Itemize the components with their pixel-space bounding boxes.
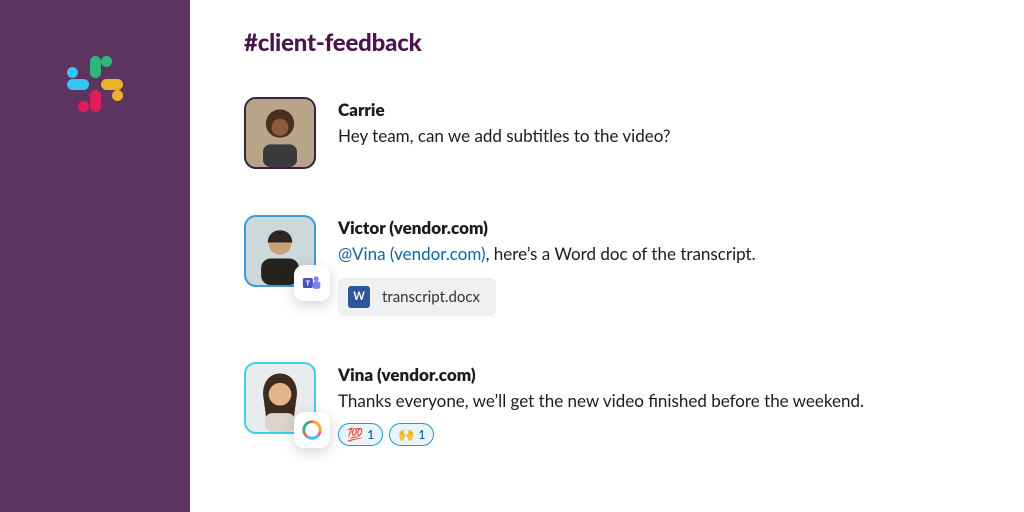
message: Vina (vendor.com) Thanks everyone, we’ll… <box>244 362 984 446</box>
sidebar <box>0 0 190 512</box>
reaction-emoji: 🙌 <box>398 426 414 443</box>
file-attachment[interactable]: W transcript.docx <box>338 278 496 316</box>
message-text-fragment: , here’s a Word doc of the transcript. <box>486 243 756 264</box>
sender-name[interactable]: Victor (vendor.com) <box>338 217 756 238</box>
avatar[interactable] <box>244 97 316 169</box>
message: Carrie Hey team, can we add subtitles to… <box>244 97 984 169</box>
avatar-image <box>244 97 316 169</box>
mention[interactable]: @Vina (vendor.com) <box>338 243 486 264</box>
reaction-count: 1 <box>367 427 374 442</box>
attachment-filename: transcript.docx <box>382 288 480 306</box>
reactions: 💯 1 🙌 1 <box>338 423 864 446</box>
message-text: Thanks everyone, we’ll get the new video… <box>338 389 864 413</box>
message-body: Vina (vendor.com) Thanks everyone, we’ll… <box>338 362 864 446</box>
word-doc-icon: W <box>348 286 370 308</box>
presence-badge: T <box>294 265 330 301</box>
app-ring-icon <box>301 419 323 441</box>
reaction-emoji: 💯 <box>347 426 363 443</box>
presence-badge <box>294 412 330 448</box>
reaction[interactable]: 💯 1 <box>338 423 383 446</box>
message-text: @Vina (vendor.com), here’s a Word doc of… <box>338 242 756 266</box>
app-root: #client-feedback Carrie Hey team, can we… <box>0 0 1024 512</box>
svg-text:T: T <box>306 279 311 288</box>
avatar[interactable] <box>244 362 316 434</box>
message-body: Carrie Hey team, can we add subtitles to… <box>338 97 670 169</box>
slack-logo-icon <box>65 54 125 114</box>
message: T Victor (vendor.com) @Vina (vendor.com)… <box>244 215 984 316</box>
avatar[interactable]: T <box>244 215 316 287</box>
reaction[interactable]: 🙌 1 <box>389 423 434 446</box>
sender-name[interactable]: Carrie <box>338 99 670 120</box>
microsoft-teams-icon: T <box>302 273 322 293</box>
channel-name: #client-feedback <box>244 28 984 57</box>
sender-name[interactable]: Vina (vendor.com) <box>338 364 864 385</box>
message-text: Hey team, can we add subtitles to the vi… <box>338 124 670 148</box>
reaction-count: 1 <box>418 427 425 442</box>
message-body: Victor (vendor.com) @Vina (vendor.com), … <box>338 215 756 316</box>
main-content: #client-feedback Carrie Hey team, can we… <box>190 0 1024 512</box>
